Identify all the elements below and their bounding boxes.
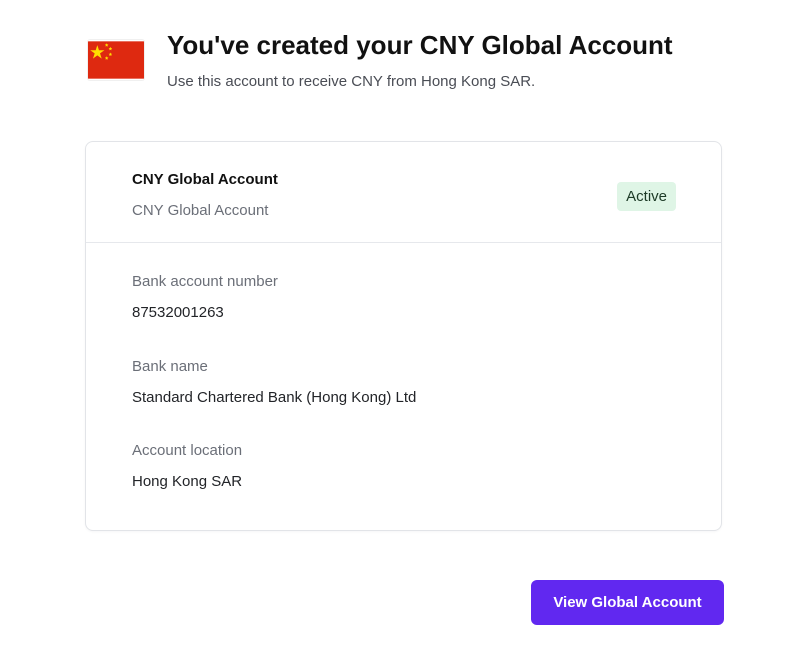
account-details-card: CNY Global Account CNY Global Account Ac… xyxy=(85,141,722,531)
page-subtitle: Use this account to receive CNY from Hon… xyxy=(167,73,536,90)
field-label: Bank name xyxy=(132,358,208,375)
page-title: You've created your CNY Global Account xyxy=(167,30,673,60)
header-text: You've created your CNY Global Account U… xyxy=(167,28,673,92)
card-header: CNY Global Account CNY Global Account Ac… xyxy=(86,142,721,243)
field-label: Bank account number xyxy=(132,273,278,290)
account-location-field: Account location Hong Kong SAR xyxy=(132,442,242,490)
field-value: 87532001263 xyxy=(132,304,224,321)
account-created-page: You've created your CNY Global Account U… xyxy=(0,0,800,657)
page-header: You've created your CNY Global Account U… xyxy=(88,28,673,92)
bank-name-field: Bank name Standard Chartered Bank (Hong … xyxy=(132,358,416,406)
view-global-account-button[interactable]: View Global Account xyxy=(531,580,724,625)
status-badge: Active xyxy=(617,182,676,211)
account-subtitle: CNY Global Account xyxy=(132,202,269,219)
account-name: CNY Global Account xyxy=(132,171,278,188)
china-flag-icon xyxy=(88,40,144,80)
bank-account-number-field: Bank account number 87532001263 xyxy=(132,273,278,321)
field-label: Account location xyxy=(132,442,243,459)
field-value: Hong Kong SAR xyxy=(132,473,243,490)
field-value: Standard Chartered Bank (Hong Kong) Ltd xyxy=(132,389,417,406)
